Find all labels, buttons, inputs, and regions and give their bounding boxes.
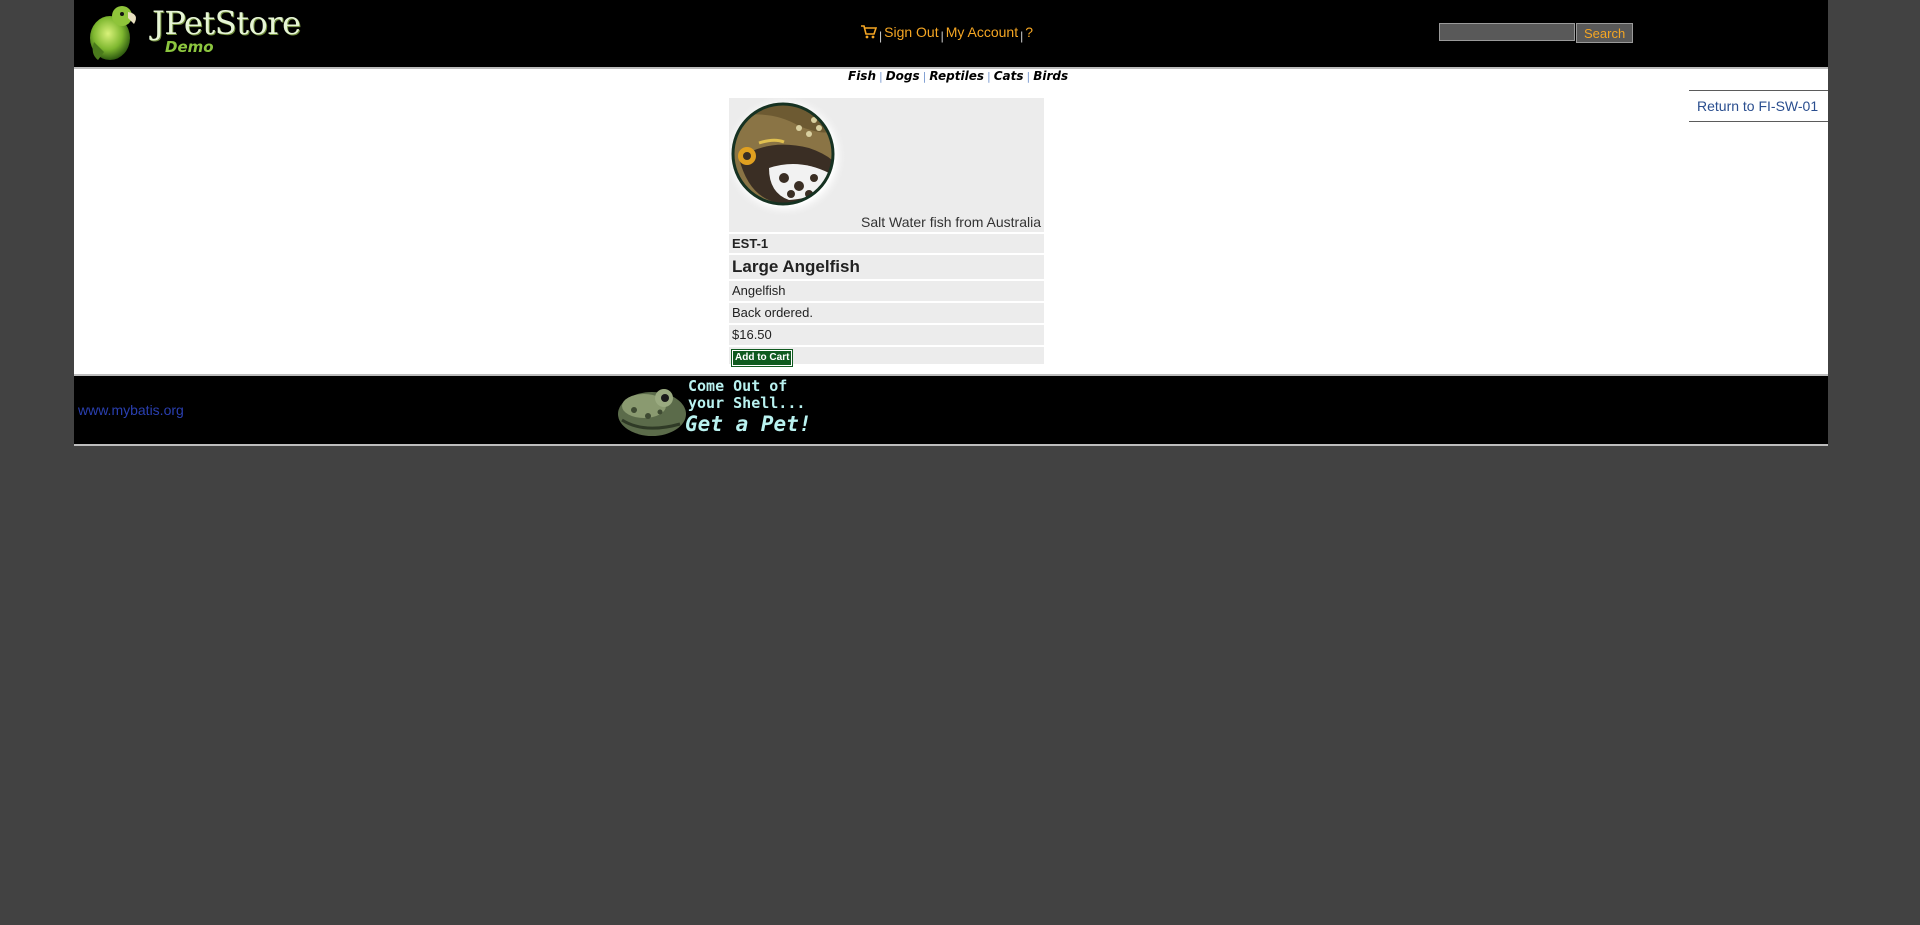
quicklink-separator: |: [879, 70, 883, 83]
parrot-logo-icon: [90, 6, 136, 60]
item-price: $16.50: [729, 325, 1044, 345]
quicklink-dogs[interactable]: Dogs: [886, 69, 920, 83]
add-to-cart-button[interactable]: Add to Cart: [730, 349, 794, 367]
quicklink-separator: |: [1026, 70, 1031, 83]
quicklink-cats[interactable]: Cats: [994, 69, 1024, 83]
category-quicklinks: Fish | Dogs | Reptiles | Cats | Birds: [848, 69, 1068, 83]
search-button[interactable]: Search: [1576, 23, 1634, 43]
logo-subtitle: Demo: [165, 38, 214, 56]
frog-icon: [618, 389, 686, 436]
mybatis-link[interactable]: www.mybatis.org: [78, 402, 184, 418]
menu-separator: |: [879, 29, 883, 43]
banner-line-1: Come Out of: [688, 377, 788, 395]
item-id: EST-1: [729, 234, 1044, 253]
frog-banner-image: Come Out of your Shell... Get a Pet!: [614, 376, 824, 440]
add-to-cart-cell: Add to Cart: [729, 347, 1044, 367]
banner-line-2: your Shell...: [688, 394, 806, 412]
logo[interactable]: JPetStore Demo: [84, 2, 301, 62]
item-description: Salt Water fish from Australia: [861, 214, 1041, 230]
quicklink-fish[interactable]: Fish: [848, 69, 876, 83]
stock-status: Back ordered.: [729, 303, 1044, 323]
header-menu: | Sign Out | My Account |?: [861, 24, 1033, 43]
my-account-link[interactable]: My Account: [946, 24, 1018, 40]
product-name: Angelfish: [729, 281, 1044, 301]
header: JPetStore Demo | Sign Out | My Account |? Se…: [74, 0, 1828, 69]
logo-title: JPetStore: [152, 4, 301, 42]
search-form: Search: [1439, 23, 1634, 43]
page: JPetStore Demo | Sign Out | My Account |? Se…: [74, 0, 1828, 446]
item-image-cell: Salt Water fish from Australia: [729, 98, 1044, 232]
return-to-product-link[interactable]: Return to FI-SW-01: [1697, 98, 1818, 114]
item-name: Large Angelfish: [729, 255, 1044, 279]
menu-separator: |: [940, 29, 944, 43]
banner-text-top: Come Out of your Shell...: [688, 378, 805, 412]
footer: www.mybatis.org Come Out of your Shell..…: [74, 374, 1828, 446]
cart-icon[interactable]: [861, 25, 878, 39]
quicklink-reptiles[interactable]: Reptiles: [929, 69, 984, 83]
quicklink-birds[interactable]: Birds: [1033, 69, 1068, 83]
banner-line-3: Get a Pet!: [685, 412, 812, 436]
search-input[interactable]: [1439, 23, 1575, 41]
angelfish-image: [729, 98, 847, 218]
item-detail-table: Salt Water fish from Australia EST-1 Lar…: [729, 98, 1044, 367]
quicklink-separator: |: [922, 70, 927, 83]
menu-separator: |: [1020, 29, 1024, 43]
back-link-container: Return to FI-SW-01: [1689, 90, 1828, 122]
quicklink-separator: |: [987, 70, 991, 83]
sign-out-link[interactable]: Sign Out: [884, 24, 938, 40]
help-link[interactable]: ?: [1025, 24, 1033, 40]
